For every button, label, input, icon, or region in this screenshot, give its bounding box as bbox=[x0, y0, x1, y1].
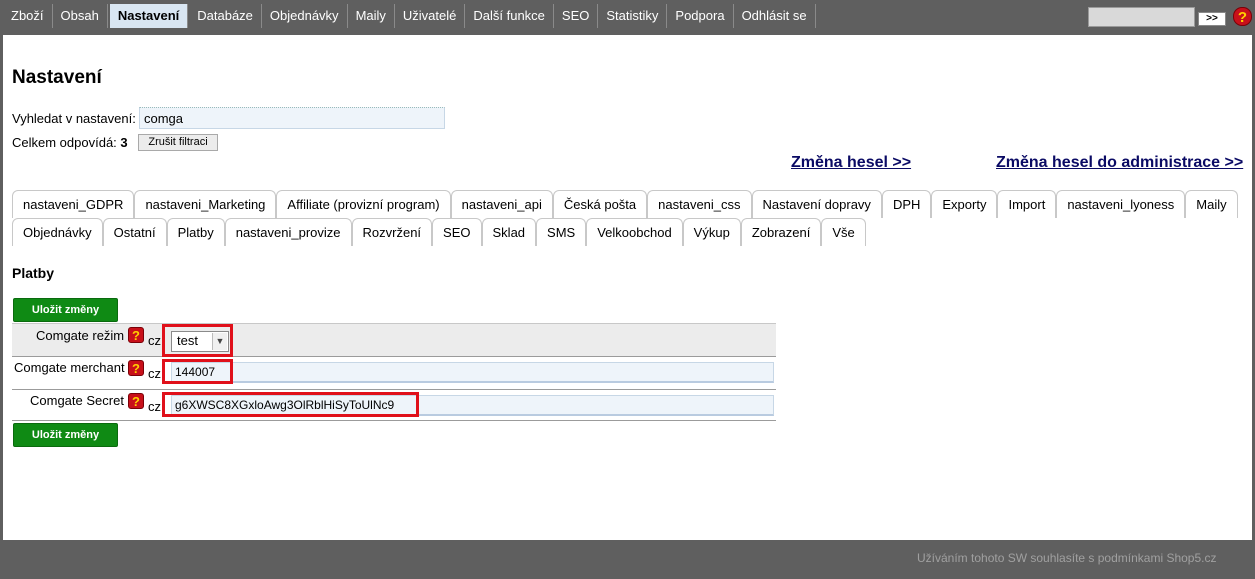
topmenu-item-databaze[interactable]: Databáze bbox=[189, 4, 262, 28]
topmenu-item-dalsi-funkce[interactable]: Další funkce bbox=[465, 4, 554, 28]
topmenu-item-nastaveni[interactable]: Nastavení bbox=[109, 4, 189, 28]
highlight-box bbox=[162, 392, 419, 417]
help-icon[interactable]: ? bbox=[128, 360, 144, 376]
tab-nastaveni-dopravy[interactable]: Nastavení dopravy bbox=[751, 190, 882, 218]
tab-sklad[interactable]: Sklad bbox=[481, 218, 537, 246]
page-title: Nastavení bbox=[12, 67, 102, 88]
main-content: Nastavení Vyhledat v nastavení: Celkem o… bbox=[3, 35, 1252, 540]
top-navigation-bar: Zboží Obsah Nastavení Databáze Objednávk… bbox=[0, 0, 1255, 34]
tab-nastaveni-api[interactable]: nastaveni_api bbox=[450, 190, 553, 218]
select-value: test bbox=[177, 333, 198, 348]
tab-nastaveni-css[interactable]: nastaveni_css bbox=[647, 190, 752, 218]
match-count-label: Celkem odpovídá: bbox=[12, 135, 117, 150]
tab-import[interactable]: Import bbox=[997, 190, 1057, 218]
settings-tabs-row-2: Objednávky Ostatní Platby nastaveni_prov… bbox=[12, 218, 866, 246]
topmenu-item-odhlasit[interactable]: Odhlásit se bbox=[734, 4, 816, 28]
change-admin-passwords-link[interactable]: Změna hesel do administrace >> bbox=[996, 154, 1243, 172]
topmenu-item-objednavky[interactable]: Objednávky bbox=[262, 4, 348, 28]
topmenu-item-statistiky[interactable]: Statistiky bbox=[598, 4, 668, 28]
section-title: Platby bbox=[12, 265, 55, 281]
setting-label: Comgate režim bbox=[36, 328, 125, 343]
tab-nastaveni-marketing[interactable]: nastaveni_Marketing bbox=[134, 190, 277, 218]
settings-tabs-row-1: nastaveni_GDPR nastaveni_Marketing Affil… bbox=[12, 190, 1238, 218]
topmenu-item-maily[interactable]: Maily bbox=[348, 4, 395, 28]
tab-vykup[interactable]: Výkup bbox=[682, 218, 741, 246]
chevron-down-icon: ▼ bbox=[212, 333, 227, 350]
tab-nastaveni-gdpr[interactable]: nastaveni_GDPR bbox=[12, 190, 135, 218]
tab-zobrazeni[interactable]: Zobrazení bbox=[740, 218, 822, 246]
topmenu-item-uzivatele[interactable]: Uživatelé bbox=[395, 4, 466, 28]
tab-exporty[interactable]: Exporty bbox=[931, 190, 998, 218]
help-icon[interactable]: ? bbox=[128, 327, 144, 343]
setting-row-comgate-rezim: Comgate režim ? cz test ▼ bbox=[12, 323, 776, 357]
tab-ceska-posta[interactable]: Česká pošta bbox=[552, 190, 648, 218]
top-search-input[interactable] bbox=[1088, 7, 1195, 27]
tab-affiliate[interactable]: Affiliate (provizní program) bbox=[276, 190, 451, 218]
tab-velkoobchod[interactable]: Velkoobchod bbox=[586, 218, 683, 246]
save-button-bottom[interactable]: Uložit změny bbox=[13, 423, 118, 447]
tab-nastaveni-provize[interactable]: nastaveni_provize bbox=[224, 218, 352, 246]
tab-dph[interactable]: DPH bbox=[881, 190, 932, 218]
tab-maily[interactable]: Maily bbox=[1185, 190, 1238, 218]
tab-ostatni[interactable]: Ostatní bbox=[102, 218, 167, 246]
language-code: cz bbox=[148, 366, 161, 381]
footer-terms: Užíváním tohoto SW souhlasíte s podmínka… bbox=[917, 551, 1217, 565]
comgate-merchant-input[interactable] bbox=[171, 362, 774, 383]
settings-search-input[interactable] bbox=[139, 107, 445, 129]
help-icon[interactable]: ? bbox=[1233, 7, 1252, 26]
comgate-mode-select[interactable]: test ▼ bbox=[171, 331, 229, 352]
tab-vse[interactable]: Vše bbox=[821, 218, 866, 246]
highlight-box bbox=[162, 359, 233, 384]
match-count-value: 3 bbox=[120, 135, 128, 150]
tab-sms[interactable]: SMS bbox=[536, 218, 587, 246]
setting-row-comgate-merchant: Comgate merchant ? cz bbox=[12, 357, 776, 390]
match-count: Celkem odpovídá: 3 bbox=[12, 135, 128, 150]
topmenu-item-zbozi[interactable]: Zboží bbox=[3, 4, 53, 28]
clear-filter-button[interactable]: Zrušit filtraci bbox=[138, 134, 218, 151]
tab-platby[interactable]: Platby bbox=[166, 218, 225, 246]
language-code: cz bbox=[148, 333, 161, 348]
topmenu-item-podpora[interactable]: Podpora bbox=[667, 4, 734, 28]
setting-label: Comgate Secret bbox=[30, 393, 124, 408]
tab-nastaveni-lyoness[interactable]: nastaveni_lyoness bbox=[1056, 190, 1186, 218]
change-passwords-link[interactable]: Změna hesel >> bbox=[791, 154, 911, 172]
topmenu-item-obsah[interactable]: Obsah bbox=[53, 4, 108, 28]
help-icon[interactable]: ? bbox=[128, 393, 144, 409]
tab-objednavky[interactable]: Objednávky bbox=[12, 218, 103, 246]
top-search-go-button[interactable]: >> bbox=[1198, 12, 1226, 26]
save-button-top[interactable]: Uložit změny bbox=[13, 298, 118, 322]
language-code: cz bbox=[148, 399, 161, 414]
settings-search-label: Vyhledat v nastavení: bbox=[12, 111, 136, 126]
setting-row-comgate-secret: Comgate Secret ? cz bbox=[12, 390, 776, 421]
top-menu: Zboží Obsah Nastavení Databáze Objednávk… bbox=[3, 4, 816, 28]
tab-rozvrzeni[interactable]: Rozvržení bbox=[351, 218, 433, 246]
tab-seo[interactable]: SEO bbox=[432, 218, 482, 246]
setting-label: Comgate merchant bbox=[14, 360, 125, 375]
topmenu-item-seo[interactable]: SEO bbox=[554, 4, 599, 28]
